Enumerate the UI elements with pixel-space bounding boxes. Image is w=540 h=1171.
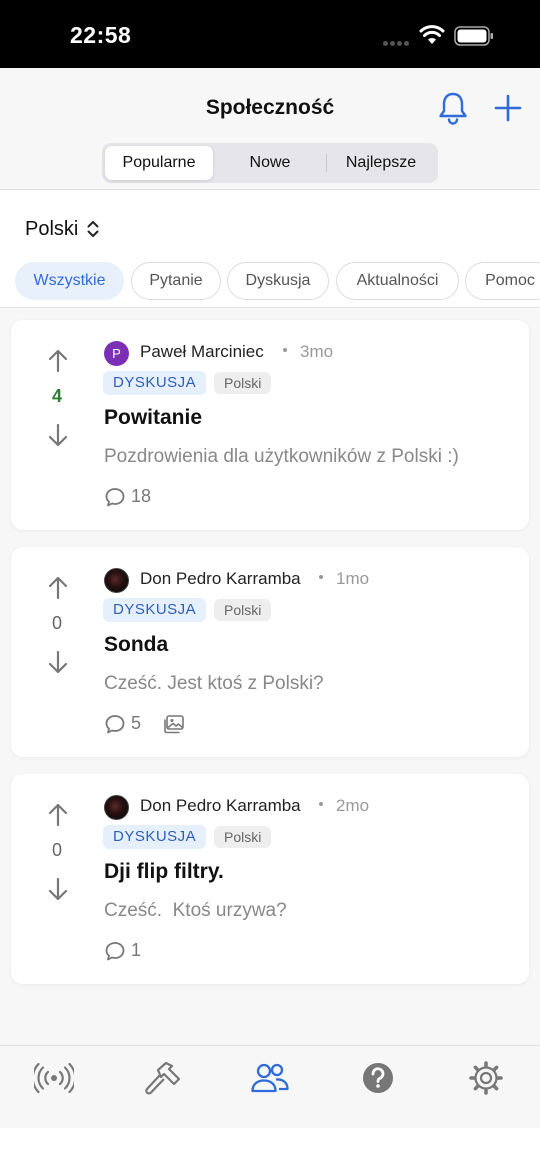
post-body: Pozdrowienia dla użytkowników z Polski :… — [104, 446, 459, 467]
post-card[interactable]: 0 Don Pedro Karramba 2mo DYSKUSJA Polski… — [11, 774, 529, 984]
segment-best[interactable]: Najlepsze — [327, 146, 435, 180]
post-title: Dji flip filtry. — [104, 860, 224, 883]
broadcast-icon[interactable] — [34, 1060, 74, 1096]
chevron-up-down-icon — [87, 221, 99, 237]
comment-count: 18 — [131, 486, 152, 506]
post-type-tag: DYSKUSJA — [103, 598, 207, 622]
author-name[interactable]: Don Pedro Karramba — [140, 796, 301, 816]
chip-question[interactable]: Pytanie — [131, 262, 221, 300]
battery-icon — [454, 26, 493, 46]
post-type-tag: DYSKUSJA — [103, 825, 207, 849]
language-tag: Polski — [214, 599, 272, 621]
language-tag: Polski — [214, 826, 272, 848]
meta-separator — [319, 802, 323, 806]
filter-chips: Wszystkie Pytanie Dyskusja Aktualności P… — [15, 262, 540, 302]
post-card[interactable]: 0 Don Pedro Karramba 1mo DYSKUSJA Polski… — [11, 547, 529, 757]
bell-icon[interactable] — [436, 90, 470, 126]
signal-icon — [383, 33, 411, 46]
post-age: 2mo — [336, 796, 370, 815]
avatar — [104, 795, 129, 820]
comment-icon — [105, 942, 125, 961]
status-bar: 22:58 — [0, 0, 540, 68]
author-name[interactable]: Don Pedro Karramba — [140, 569, 301, 589]
settings-icon[interactable] — [466, 1060, 506, 1096]
post-type-tag: DYSKUSJA — [103, 371, 207, 395]
vote-count: 0 — [51, 613, 62, 633]
add-post-button[interactable] — [492, 92, 524, 124]
post-title: Powitanie — [104, 406, 203, 429]
upvote-icon[interactable] — [46, 348, 70, 374]
avatar — [104, 568, 129, 593]
segment-new[interactable]: Nowe — [215, 146, 325, 180]
vote-count: 4 — [51, 386, 62, 406]
upvote-icon[interactable] — [46, 575, 70, 601]
post-body: Cześć. Jest ktoś z Polski? — [104, 673, 324, 694]
downvote-icon[interactable] — [46, 422, 70, 448]
downvote-icon[interactable] — [46, 876, 70, 902]
status-time: 22:58 — [70, 22, 132, 48]
meta-separator — [283, 348, 287, 352]
segment-popular[interactable]: Popularne — [105, 146, 213, 180]
comment-icon — [105, 488, 125, 507]
help-icon[interactable] — [358, 1060, 398, 1096]
tab-bar — [0, 1045, 540, 1128]
chip-help[interactable]: Pomoc — [465, 262, 540, 300]
language-label: Polski — [25, 217, 79, 240]
wifi-icon — [419, 25, 445, 44]
author-name[interactable]: Paweł Marciniec — [140, 342, 264, 362]
language-tag: Polski — [214, 372, 272, 394]
comment-icon — [105, 715, 125, 734]
community-icon[interactable] — [250, 1060, 290, 1096]
chip-all[interactable]: Wszystkie — [15, 262, 124, 300]
post-body: Cześć. Ktoś urzywa? — [104, 900, 287, 921]
language-selector[interactable]: Polski — [25, 216, 100, 242]
vote-count: 0 — [51, 840, 62, 860]
comment-count: 1 — [131, 940, 142, 960]
hammer-icon[interactable] — [142, 1060, 182, 1096]
image-icon — [164, 715, 184, 734]
downvote-icon[interactable] — [46, 649, 70, 675]
upvote-icon[interactable] — [46, 802, 70, 828]
header: Społeczność Popularne Nowe Najlepsze — [0, 68, 540, 190]
meta-separator — [319, 575, 323, 579]
avatar: P — [104, 341, 129, 366]
chip-news[interactable]: Aktualności — [336, 262, 459, 300]
sort-segmented-control: Popularne Nowe Najlepsze — [102, 143, 438, 183]
post-age: 1mo — [336, 569, 370, 588]
comment-count: 5 — [131, 713, 142, 733]
chip-discussion[interactable]: Dyskusja — [227, 262, 329, 300]
post-age: 3mo — [300, 342, 334, 361]
post-title: Sonda — [104, 633, 169, 656]
post-card[interactable]: 4 P Paweł Marciniec 3mo DYSKUSJA Polski … — [11, 320, 529, 530]
home-indicator-area — [0, 1128, 540, 1171]
